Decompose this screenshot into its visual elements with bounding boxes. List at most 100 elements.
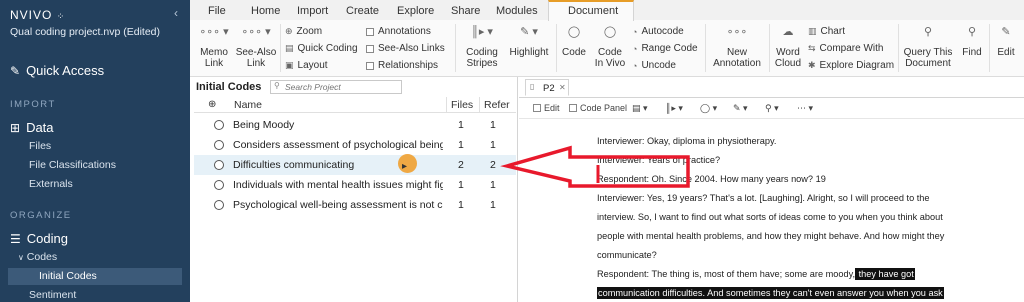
- coding-stripes-button[interactable]: ║▸ ▾ Coding Stripes: [461, 27, 503, 70]
- edit-button[interactable]: ✎ Edit: [993, 26, 1019, 59]
- query-this-document-button[interactable]: ⚲ Query This Document: [901, 27, 955, 70]
- tab-create[interactable]: Create: [346, 5, 379, 17]
- coding-stripes-label-1: Coding: [466, 47, 498, 58]
- section-organize: ORGANIZE: [10, 210, 72, 221]
- autocode-button[interactable]: ◔ Autocode: [632, 26, 684, 37]
- uncode-button[interactable]: ◔ Uncode: [632, 60, 676, 71]
- autocode-icon: ◔: [632, 26, 638, 37]
- selected-text[interactable]: communication difficulties. And sometime…: [597, 287, 944, 299]
- word-cloud-button[interactable]: ☁ Word Cloud: [772, 27, 804, 70]
- zoom-button[interactable]: ⊕ Zoom: [285, 26, 322, 37]
- transcript-line: people with mental health problems, and …: [597, 231, 945, 241]
- explore-diagram-icon: ✱: [808, 60, 816, 70]
- sidebar-item-file-classifications[interactable]: File Classifications: [29, 159, 116, 171]
- document-toolbar: Edit Code Panel ▤ ▾ ║▸ ▾ ◯ ▾ ✎ ▾ ⚲ ▾ ⋯ ▾: [519, 97, 1024, 119]
- edit-mode-toggle[interactable]: Edit: [533, 103, 560, 113]
- sidebar-item-codes[interactable]: ∨ Codes: [18, 251, 57, 263]
- selected-text[interactable]: they have got: [855, 268, 915, 280]
- table-row[interactable]: Considers assessment of psychological be…: [194, 135, 516, 155]
- tab-file[interactable]: File: [208, 5, 226, 17]
- close-tab-icon[interactable]: ✕: [559, 83, 566, 92]
- column-references[interactable]: Refer: [484, 99, 510, 111]
- search-box[interactable]: ⚲: [270, 80, 402, 94]
- code-references: 1: [490, 199, 496, 211]
- code-name: Being Moody: [233, 119, 295, 131]
- see-also-links-toggle[interactable]: See-Also Links: [366, 43, 445, 54]
- document-tab-label: P2: [543, 83, 555, 94]
- navigation-sidebar: NVIVO ⁘ ‹ Qual coding project.nvp (Edite…: [0, 0, 190, 302]
- table-row[interactable]: Being Moody 1 1: [194, 115, 516, 135]
- see-also-link-button[interactable]: ∘∘∘ ▾ See-Also Link: [234, 27, 278, 70]
- code-button[interactable]: ◯ Code: [560, 27, 588, 59]
- layout-button[interactable]: ▣ Layout: [285, 60, 328, 71]
- ribbon-separator: [556, 24, 557, 72]
- layout-icon: ▣: [285, 60, 294, 70]
- edit-pencil-icon: ✎: [1001, 26, 1011, 38]
- annotations-checkbox[interactable]: [366, 27, 374, 36]
- document-tab-p2[interactable]: ▯ P2 ✕: [525, 79, 569, 96]
- relationships-toggle[interactable]: Relationships: [366, 60, 438, 71]
- code-files: 1: [458, 199, 464, 211]
- table-row[interactable]: Individuals with mental health issues mi…: [194, 175, 516, 195]
- sidebar-item-externals[interactable]: Externals: [29, 178, 73, 190]
- relationships-checkbox[interactable]: [366, 61, 374, 70]
- code-in-vivo-button[interactable]: ◯ Code In Vivo: [593, 27, 627, 70]
- code-panel-checkbox[interactable]: [569, 104, 577, 112]
- code-node-icon: [214, 160, 224, 170]
- table-row-selected[interactable]: Difficulties communicating 2 2: [194, 155, 516, 175]
- transcript-line: Interviewer: Okay, diploma in physiother…: [597, 136, 777, 146]
- column-name[interactable]: Name: [234, 99, 262, 111]
- sidebar-item-sentiment[interactable]: Sentiment: [29, 289, 76, 301]
- stripes-dropdown-icon[interactable]: ║▸ ▾: [665, 103, 683, 114]
- zoom-dropdown-icon[interactable]: ⚲ ▾: [765, 103, 779, 114]
- tab-share[interactable]: Share: [451, 5, 480, 17]
- code-name: Psychological well-being assessment is n…: [233, 199, 443, 211]
- data-group-label: Data: [26, 120, 54, 135]
- compare-with-button[interactable]: ⇆ Compare With: [808, 43, 883, 54]
- new-annotation-button[interactable]: ∘∘∘ New Annotation: [709, 27, 765, 70]
- code-references: 1: [490, 179, 496, 191]
- sidebar-item-files[interactable]: Files: [29, 140, 51, 152]
- highlight-button[interactable]: ✎ ▾ Highlight: [506, 27, 552, 59]
- code-dropdown-icon[interactable]: ◯ ▾: [700, 103, 717, 114]
- document-icon: ▯: [530, 82, 535, 91]
- find-button[interactable]: ⚲ Find: [959, 27, 985, 59]
- add-column-icon[interactable]: ⊕: [208, 99, 216, 110]
- memo-link-label-1: Memo: [200, 47, 228, 58]
- column-header: ⊕ Name Files Refer: [194, 97, 516, 113]
- tab-document[interactable]: Document: [548, 0, 634, 21]
- annotations-toggle[interactable]: Annotations: [366, 26, 431, 37]
- tab-home[interactable]: Home: [251, 5, 280, 17]
- column-files[interactable]: Files: [451, 99, 473, 111]
- quick-coding-toggle[interactable]: ▤ Quick Coding: [285, 43, 358, 54]
- pin-icon: ✎: [10, 63, 21, 78]
- sidebar-group-data[interactable]: ⊞ Data: [10, 120, 54, 135]
- code-files: 1: [458, 179, 464, 191]
- edit-checkbox[interactable]: [533, 104, 541, 112]
- code-panel-toggle[interactable]: Code Panel: [569, 103, 627, 113]
- chart-button[interactable]: ▥ Chart: [808, 26, 845, 37]
- tab-explore[interactable]: Explore: [397, 5, 434, 17]
- tab-modules[interactable]: Modules: [496, 5, 538, 17]
- quick-access-item[interactable]: ✎ Quick Access: [10, 63, 104, 78]
- compare-icon: ⇆: [808, 43, 816, 53]
- range-code-button[interactable]: ◔ Range Code: [632, 43, 698, 54]
- table-row[interactable]: Psychological well-being assessment is n…: [194, 195, 516, 215]
- memo-link-button[interactable]: ∘∘∘ ▾ Memo Link: [196, 26, 232, 70]
- ribbon-separator: [898, 24, 899, 72]
- ribbon-tabs: File Home Import Create Explore Share Mo…: [190, 0, 1024, 21]
- new-annotation-label-2: Annotation: [713, 58, 761, 69]
- explore-diagram-button[interactable]: ✱ Explore Diagram: [808, 60, 894, 71]
- sidebar-group-coding[interactable]: ☰ Coding: [10, 231, 68, 246]
- sidebar-item-initial-codes[interactable]: Initial Codes: [8, 268, 182, 285]
- list-dropdown-icon[interactable]: ▤ ▾: [632, 103, 648, 114]
- see-also-links-checkbox[interactable]: [366, 44, 374, 53]
- search-input[interactable]: [285, 82, 399, 92]
- memo-link-icon: ∘∘∘ ▾: [199, 26, 229, 38]
- app-logo: NVIVO ⁘: [10, 8, 66, 22]
- collapse-sidebar-icon[interactable]: ‹: [174, 6, 178, 20]
- more-dropdown-icon[interactable]: ⋯ ▾: [797, 103, 813, 114]
- search-icon: ⚲: [274, 81, 280, 90]
- highlight-dropdown-icon[interactable]: ✎ ▾: [733, 103, 748, 114]
- tab-import[interactable]: Import: [297, 5, 328, 17]
